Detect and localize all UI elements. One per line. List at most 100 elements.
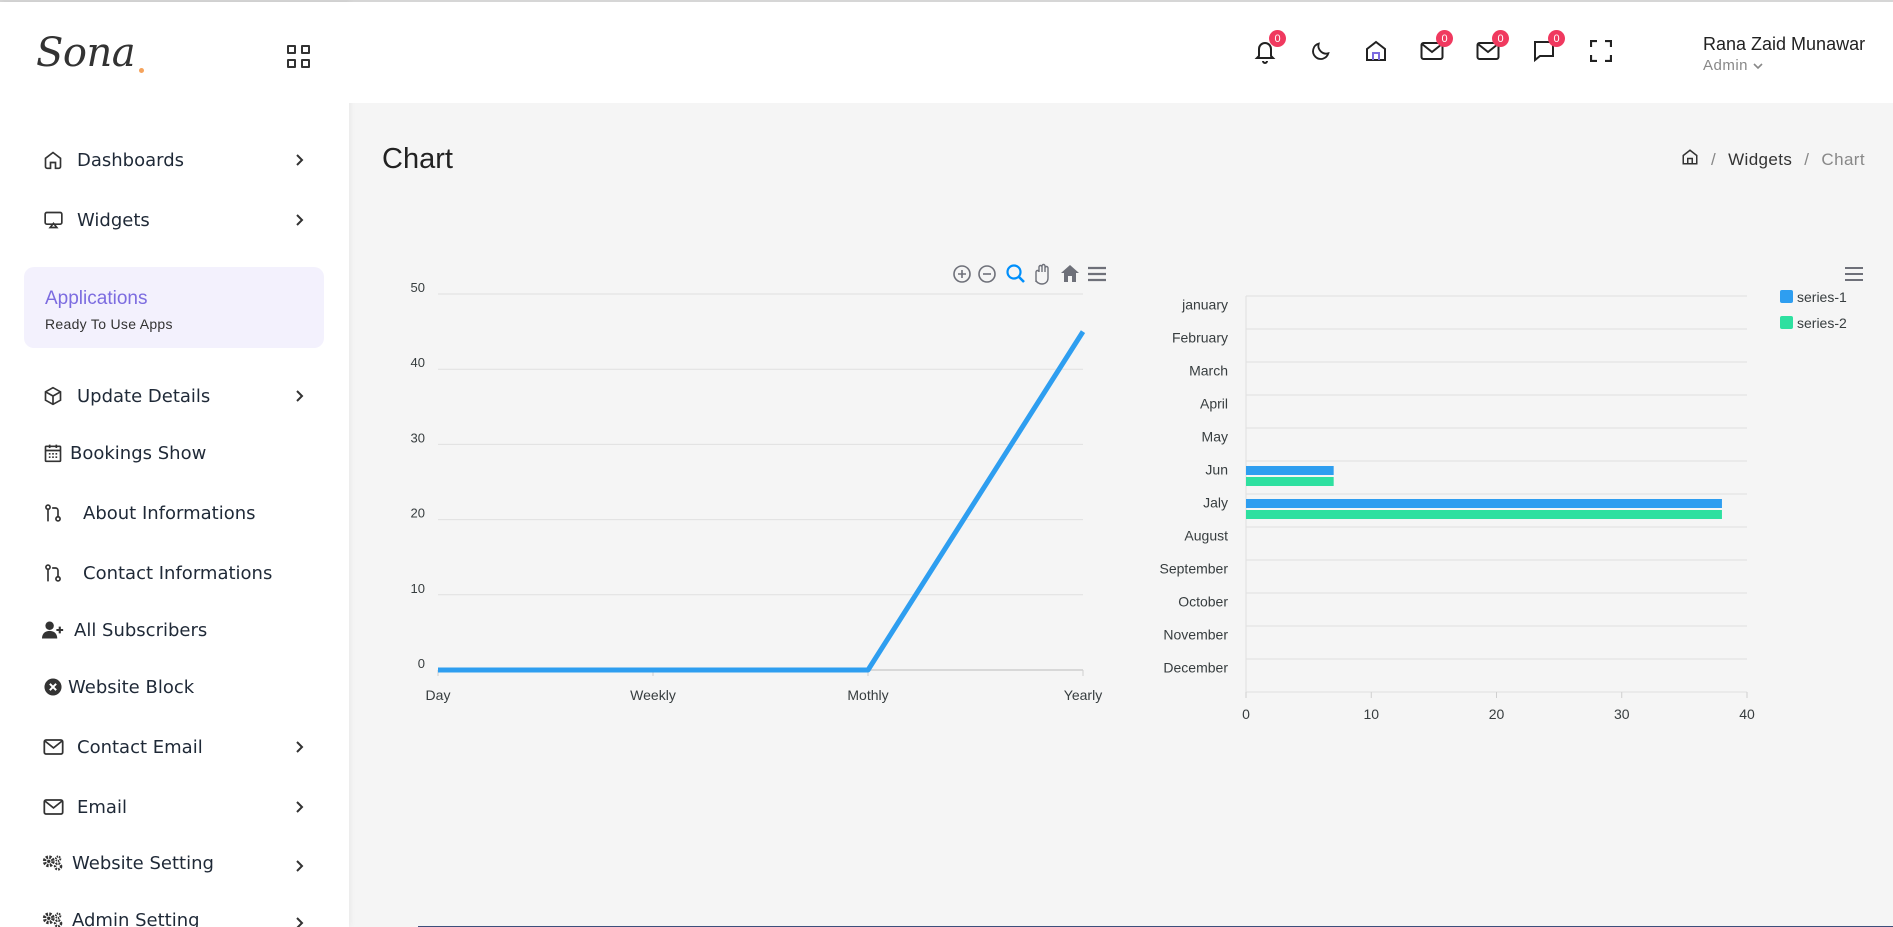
box-icon	[42, 385, 64, 407]
category-label: january	[1181, 297, 1228, 313]
logo-dot	[139, 68, 144, 73]
gears-icon	[42, 852, 64, 874]
logo[interactable]: Sona	[36, 30, 136, 76]
circle-x-icon	[42, 676, 64, 698]
sidebar-item-label: Update Details	[77, 385, 211, 407]
category-label: October	[1178, 594, 1228, 610]
applications-subtitle: Ready To Use Apps	[45, 316, 173, 332]
bar-chart: january February March April May Jun Jaly Augus…	[1160, 267, 1863, 722]
y-tick-label: 10	[411, 581, 425, 596]
sidebar-item-label: Admin Setting	[72, 909, 200, 927]
legend-marker	[1780, 316, 1793, 329]
chevron-right-icon	[293, 389, 307, 403]
sidebar-item-label: Email	[77, 796, 127, 818]
legend-marker	[1780, 290, 1793, 303]
sidebar-item-label: Bookings Show	[70, 442, 207, 464]
x-tick-label: 20	[1489, 706, 1505, 722]
category-label: February	[1172, 330, 1228, 346]
zoom-in-icon[interactable]	[953, 265, 971, 283]
chart-menu-icon[interactable]	[1845, 267, 1863, 281]
git-pull-icon	[42, 562, 64, 584]
y-tick-label: 30	[411, 430, 425, 445]
cast-icon	[42, 209, 64, 231]
chat-badge: 0	[1548, 30, 1565, 47]
sidebar-item-website-setting[interactable]: Website Setting	[0, 843, 349, 883]
breadcrumb-current: Chart	[1821, 149, 1865, 169]
reset-home-icon[interactable]	[1061, 265, 1079, 282]
sidebar-item-label: Website Setting	[72, 852, 214, 874]
menu-icon[interactable]	[1088, 266, 1106, 282]
notifications-button[interactable]: 0	[1250, 30, 1286, 68]
sidebar-item-about-informations[interactable]: About Informations	[0, 493, 349, 533]
sidebar-item-label: Dashboards	[77, 149, 185, 171]
breadcrumb-home-icon[interactable]	[1681, 148, 1699, 171]
chevron-right-icon	[293, 740, 307, 754]
line-chart: 0 10 20 30 40 50 Day Weekly Mothly Yearly	[411, 263, 1106, 703]
messages-badge: 0	[1436, 30, 1453, 47]
x-tick-label: 30	[1614, 706, 1630, 722]
apps-grid-icon[interactable]	[287, 45, 310, 68]
sidebar-item-widgets[interactable]: Widgets	[0, 200, 349, 240]
x-tick-label: Weekly	[630, 687, 676, 703]
sidebar-item-all-subscribers[interactable]: All Subscribers	[0, 610, 349, 650]
breadcrumb: / Widgets / Chart	[1681, 148, 1865, 171]
y-tick-label: 50	[411, 280, 425, 295]
bar	[1246, 499, 1722, 508]
legend-label[interactable]: series-2	[1797, 315, 1847, 331]
notification-badge: 0	[1269, 30, 1286, 47]
sidebar-item-contact-informations[interactable]: Contact Informations	[0, 553, 349, 593]
zoom-out-icon[interactable]	[978, 265, 996, 283]
chevron-right-icon	[293, 916, 307, 927]
sidebar-item-dashboards[interactable]: Dashboards	[0, 140, 349, 180]
home-icon	[42, 149, 64, 171]
messages-button[interactable]: 0	[1417, 30, 1453, 68]
category-label: March	[1189, 363, 1228, 379]
chevron-down-icon	[1753, 57, 1763, 74]
page-title: Chart	[382, 143, 453, 175]
user-plus-icon	[42, 619, 64, 641]
chat-button[interactable]: 0	[1529, 30, 1565, 68]
bar	[1246, 477, 1334, 486]
x-tick-label: Mothly	[847, 687, 888, 703]
breadcrumb-separator: /	[1710, 149, 1717, 169]
sidebar-item-email[interactable]: Email	[0, 787, 349, 827]
chevron-right-icon	[293, 800, 307, 814]
pan-hand-icon[interactable]	[1035, 263, 1049, 285]
sidebar-item-label: Website Block	[68, 676, 195, 698]
git-pull-icon	[42, 502, 64, 524]
sidebar-item-admin-setting[interactable]: Admin Setting	[0, 900, 349, 927]
chevron-right-icon	[293, 859, 307, 873]
breadcrumb-widgets[interactable]: Widgets	[1728, 150, 1792, 170]
inbox-badge: 0	[1492, 30, 1509, 47]
fullscreen-button[interactable]	[1586, 38, 1616, 68]
gears-icon	[42, 909, 64, 927]
app-root: Sona Dashboards Widgets Applications Rea…	[0, 0, 1893, 927]
magnify-icon[interactable]	[1006, 264, 1025, 283]
category-label: May	[1202, 429, 1228, 445]
sidebar-item-label: Contact Informations	[83, 562, 273, 584]
home-button[interactable]	[1361, 38, 1391, 68]
applications-card[interactable]: Applications Ready To Use Apps	[24, 267, 324, 348]
sidebar-item-website-block[interactable]: Website Block	[0, 667, 349, 707]
sidebar-item-update-details[interactable]: Update Details	[0, 376, 349, 416]
sidebar-item-label: Contact Email	[77, 736, 203, 758]
x-tick-label: Day	[426, 687, 451, 703]
x-tick-label: 40	[1739, 706, 1755, 722]
user-name[interactable]: Rana Zaid Munawar	[1703, 34, 1865, 55]
chevron-right-icon	[293, 213, 307, 227]
category-label: November	[1163, 627, 1228, 643]
mail-icon	[42, 796, 64, 818]
legend-label[interactable]: series-1	[1797, 289, 1847, 305]
mail-icon	[42, 736, 64, 758]
category-label: August	[1184, 528, 1228, 544]
user-role-dropdown[interactable]: Admin	[1703, 57, 1763, 74]
series-line	[438, 330, 1086, 673]
x-tick-label: 10	[1363, 706, 1379, 722]
sidebar-item-bookings-show[interactable]: Bookings Show	[0, 433, 349, 473]
inbox-button[interactable]: 0	[1473, 30, 1509, 68]
calendar-icon	[42, 442, 64, 464]
category-label: April	[1200, 396, 1228, 412]
dark-mode-toggle[interactable]	[1306, 38, 1336, 68]
sidebar-item-contact-email[interactable]: Contact Email	[0, 727, 349, 767]
chevron-right-icon	[293, 153, 307, 167]
